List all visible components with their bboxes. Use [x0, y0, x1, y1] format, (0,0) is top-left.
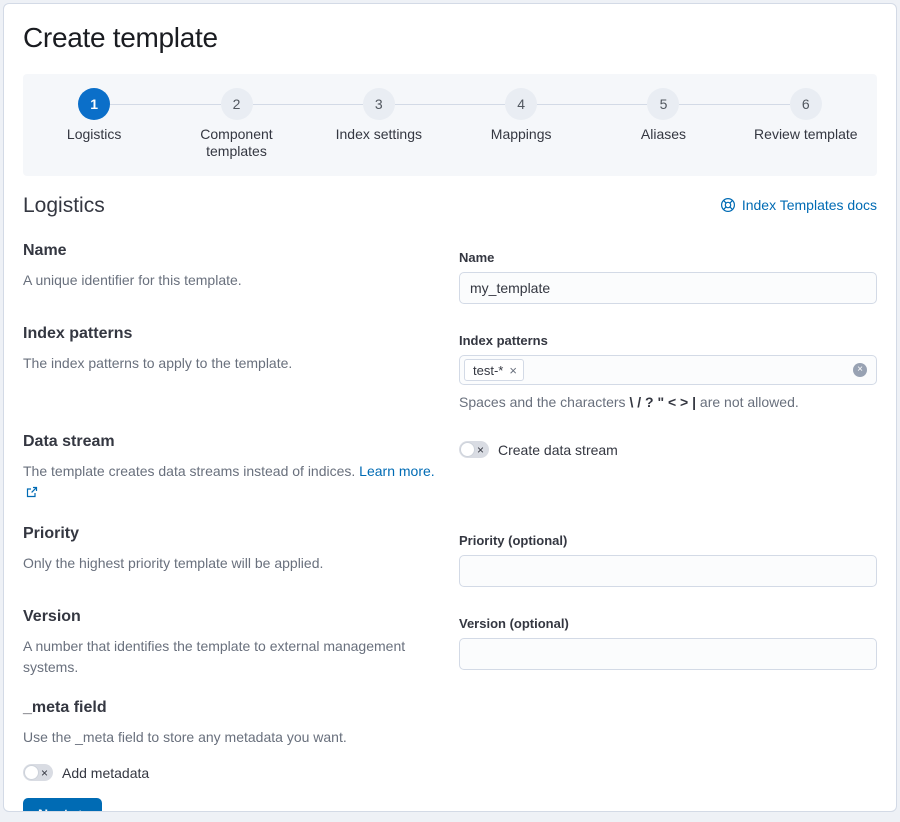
step-connector [253, 104, 308, 105]
data-stream-group-description: The template creates data streams instea… [23, 461, 441, 504]
next-button-label: Next [38, 806, 68, 812]
step-connector [450, 104, 505, 105]
clear-combobox-icon[interactable]: × [853, 363, 867, 377]
help-text-chars: \ / ? " < > | [629, 394, 696, 410]
add-metadata-toggle[interactable]: × [23, 764, 53, 781]
toggle-knob [24, 765, 39, 780]
stepper-step-aliases[interactable]: 5 Aliases [592, 88, 734, 160]
form-row-data-stream: Data stream The template creates data st… [23, 433, 877, 504]
stepper-step-component-templates[interactable]: 2 Component templates [165, 88, 307, 160]
help-text-prefix: Spaces and the characters [459, 394, 629, 410]
index-pattern-tag-label: test-* [473, 363, 503, 378]
stepper-step-logistics[interactable]: 1 Logistics [23, 88, 165, 160]
meta-group-description: Use the _meta field to store any metadat… [23, 727, 877, 748]
stepper-step-mappings[interactable]: 4 Mappings [450, 88, 592, 160]
docs-link-label: Index Templates docs [742, 197, 877, 213]
step-connector [537, 104, 592, 105]
toggle-knob [460, 442, 475, 457]
index-templates-docs-link[interactable]: Index Templates docs [720, 197, 877, 213]
toggle-off-cross-icon: × [41, 766, 48, 778]
external-link-icon [26, 485, 38, 501]
version-group-description: A number that identifies the template to… [23, 636, 441, 678]
toggle-off-cross-icon: × [477, 443, 484, 455]
remove-tag-icon[interactable]: × [507, 363, 519, 378]
form-row-name: Name A unique identifier for this templa… [23, 242, 877, 304]
name-group-title: Name [23, 242, 441, 260]
step-number-badge: 5 [647, 88, 679, 120]
chevron-right-icon [76, 809, 87, 813]
step-connector [735, 104, 790, 105]
step-title: Logistics [35, 126, 153, 143]
index-patterns-group-description: The index patterns to apply to the templ… [23, 353, 441, 374]
create-data-stream-label: Create data stream [498, 442, 618, 458]
section-title: Logistics [23, 194, 105, 218]
step-number-badge: 1 [78, 88, 110, 120]
next-button[interactable]: Next [23, 798, 102, 812]
step-connector [165, 104, 220, 105]
step-connector [308, 104, 363, 105]
version-field-label: Version (optional) [459, 616, 877, 631]
step-number-badge: 4 [505, 88, 537, 120]
version-group-title: Version [23, 608, 441, 626]
step-connector [110, 104, 165, 105]
meta-group-title: _meta field [23, 699, 877, 717]
form-row-version: Version A number that identifies the tem… [23, 608, 877, 678]
index-pattern-tag: test-* × [464, 359, 524, 381]
help-docs-icon [720, 197, 736, 213]
step-title: Review template [747, 126, 865, 143]
stepper-step-review-template[interactable]: 6 Review template [735, 88, 877, 160]
step-connector [679, 104, 734, 105]
step-connector [592, 104, 647, 105]
learn-more-link[interactable]: Learn more. [359, 463, 434, 479]
form-row-meta-field: _meta field Use the _meta field to store… [23, 699, 877, 781]
index-patterns-help-text: Spaces and the characters \ / ? " < > | … [459, 392, 877, 412]
step-title: Mappings [462, 126, 580, 143]
form-row-index-patterns: Index patterns The index patterns to app… [23, 325, 877, 412]
create-data-stream-toggle[interactable]: × [459, 441, 489, 458]
step-number-badge: 2 [221, 88, 253, 120]
priority-field-label: Priority (optional) [459, 533, 877, 548]
priority-group-description: Only the highest priority template will … [23, 553, 441, 574]
version-input[interactable] [459, 638, 877, 670]
index-patterns-group-title: Index patterns [23, 325, 441, 343]
add-metadata-label: Add metadata [62, 765, 149, 781]
form-row-priority: Priority Only the highest priority templ… [23, 525, 877, 587]
data-stream-group-title: Data stream [23, 433, 441, 451]
data-stream-description-text: The template creates data streams instea… [23, 463, 359, 479]
step-connector [395, 104, 450, 105]
step-title: Component templates [177, 126, 295, 160]
priority-input[interactable] [459, 555, 877, 587]
priority-group-title: Priority [23, 525, 441, 543]
step-number-badge: 6 [790, 88, 822, 120]
index-patterns-field-label: Index patterns [459, 333, 877, 348]
name-group-description: A unique identifier for this template. [23, 270, 441, 291]
wizard-stepper: 1 Logistics 2 Component templates 3 Inde… [23, 74, 877, 176]
create-template-panel: Create template 1 Logistics 2 Component … [3, 3, 897, 812]
step-title: Aliases [604, 126, 722, 143]
index-patterns-combobox[interactable]: test-* × × [459, 355, 877, 385]
name-input[interactable] [459, 272, 877, 304]
name-field-label: Name [459, 250, 877, 265]
step-title: Index settings [320, 126, 438, 143]
stepper-step-index-settings[interactable]: 3 Index settings [308, 88, 450, 160]
help-text-suffix: are not allowed. [696, 394, 799, 410]
step-number-badge: 3 [363, 88, 395, 120]
page-title: Create template [23, 22, 877, 54]
